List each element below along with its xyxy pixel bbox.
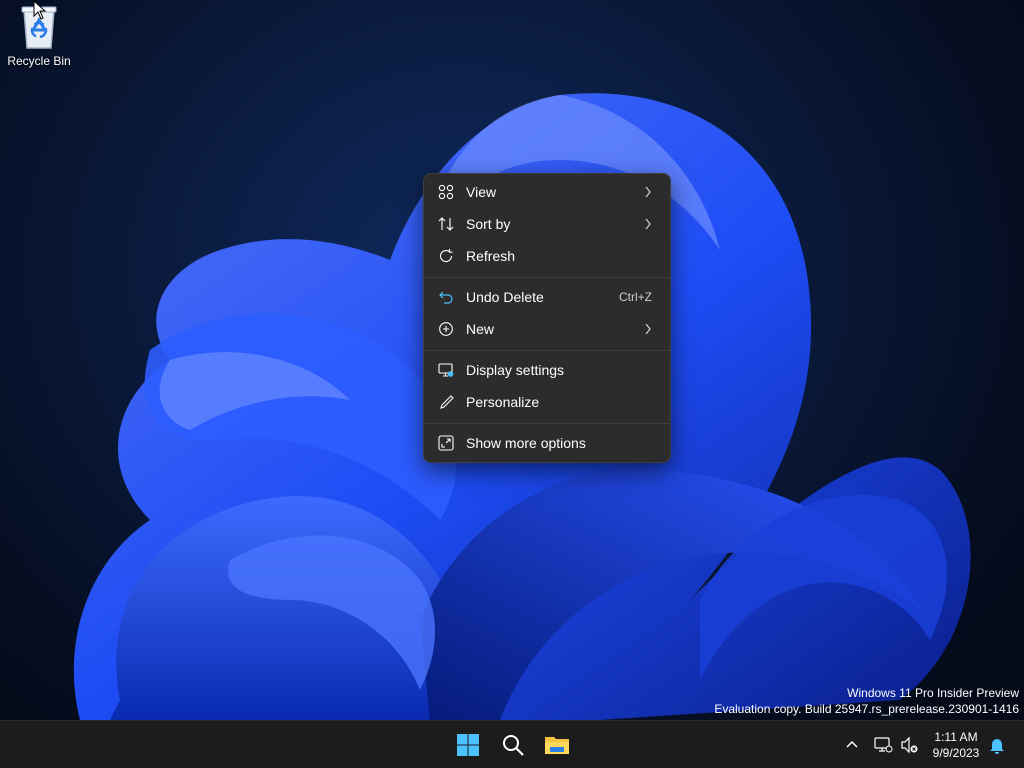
taskbar: 1:11 AM 9/9/2023 <box>0 720 1024 768</box>
chevron-right-icon <box>645 323 651 335</box>
keyboard-shortcut: Ctrl+Z <box>619 290 652 304</box>
menu-item-sort-by[interactable]: Sort by <box>428 209 666 239</box>
menu-item-new[interactable]: New <box>428 314 666 344</box>
file-explorer-icon <box>545 737 569 754</box>
network-icon[interactable] <box>873 735 893 755</box>
menu-item-view[interactable]: View <box>428 177 666 207</box>
notification-bell-icon[interactable] <box>987 735 1007 755</box>
chevron-right-icon <box>645 218 651 230</box>
menu-item-label: Sort by <box>466 216 511 232</box>
start-icon <box>457 734 479 756</box>
menu-item-label: Show more options <box>466 435 586 451</box>
menu-item-display-settings[interactable]: Display settings <box>428 355 666 385</box>
menu-separator <box>424 350 670 351</box>
watermark-build: Evaluation copy. Build 25947.rs_prerelea… <box>714 702 1019 716</box>
menu-separator <box>424 423 670 424</box>
menu-item-undo-delete[interactable]: Undo Delete Ctrl+Z <box>428 282 666 312</box>
plus-circle-icon <box>439 322 453 336</box>
display-settings-icon <box>438 363 454 377</box>
file-explorer-button[interactable] <box>537 725 577 765</box>
refresh-icon <box>439 249 453 263</box>
menu-item-personalize[interactable]: Personalize <box>428 387 666 417</box>
desktop-context-menu: View Sort by Refresh Undo Delete Ctrl+Z … <box>423 173 671 463</box>
grid-icon <box>438 184 454 200</box>
sort-icon <box>438 217 454 231</box>
menu-item-label: Personalize <box>466 394 540 410</box>
mouse-cursor-icon <box>33 0 47 20</box>
chevron-right-icon <box>645 186 651 198</box>
menu-item-label: View <box>466 184 497 200</box>
search-button[interactable] <box>493 725 533 765</box>
clock-time: 1:11 AM <box>934 730 978 744</box>
menu-item-label: Display settings <box>466 362 565 378</box>
recycle-bin-label: Recycle Bin <box>7 54 71 68</box>
evaluation-watermark: Windows 11 Pro Insider Preview Evaluatio… <box>714 685 1019 717</box>
chevron-up-icon[interactable] <box>842 735 862 755</box>
menu-item-label: Refresh <box>466 248 516 264</box>
watermark-edition: Windows 11 Pro Insider Preview <box>847 686 1019 700</box>
volume-muted-icon[interactable] <box>899 735 919 755</box>
undo-icon <box>439 291 453 304</box>
menu-item-label: New <box>466 321 495 337</box>
menu-item-show-more-options[interactable]: Show more options <box>428 428 666 458</box>
brush-icon <box>440 395 454 409</box>
clock-date: 9/9/2023 <box>932 746 980 760</box>
search-icon <box>503 735 524 756</box>
menu-separator <box>424 277 670 278</box>
menu-item-refresh[interactable]: Refresh <box>428 241 666 271</box>
start-button[interactable] <box>448 725 488 765</box>
system-clock[interactable]: 1:11 AM 9/9/2023 <box>924 729 988 761</box>
expand-icon <box>438 435 454 451</box>
menu-item-label: Undo Delete <box>466 289 544 305</box>
